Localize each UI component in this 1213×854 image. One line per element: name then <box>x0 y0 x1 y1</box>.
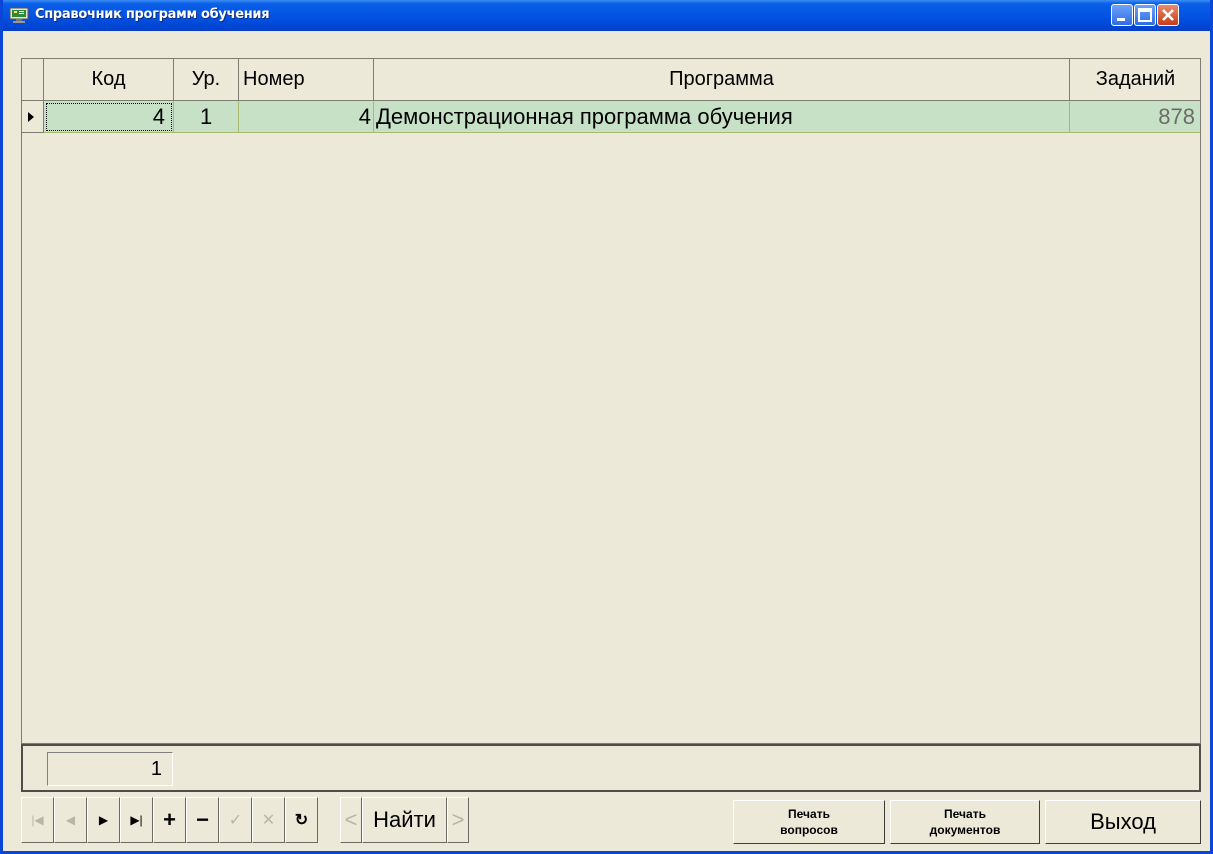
print-questions-line1: Печать <box>788 807 830 821</box>
window-title: Справочник программ обучения <box>35 7 270 22</box>
find-button[interactable]: Найти <box>362 797 447 843</box>
find-previous-button[interactable]: < <box>340 797 362 843</box>
column-header-level-label: Ур. <box>191 68 221 90</box>
post-record-button[interactable]: ✓ <box>219 797 252 843</box>
prior-record-button[interactable]: ◀ <box>54 797 87 843</box>
last-record-button[interactable]: ▶| <box>120 797 153 843</box>
column-header-nomer-label: Номер <box>243 68 305 90</box>
maximize-button[interactable] <box>1134 4 1156 26</box>
first-record-icon: |◀ <box>31 813 44 827</box>
cell-zadaniy-container[interactable]: 878 <box>1070 101 1200 133</box>
title-bar[interactable]: Справочник программ обучения <box>3 0 1210 31</box>
last-record-icon: ▶| <box>130 813 143 827</box>
column-header-programma[interactable]: Программа <box>374 59 1070 101</box>
print-documents-line1: Печать <box>944 807 986 821</box>
app-icon <box>9 7 29 23</box>
column-header-kod-label: Код <box>91 68 126 90</box>
status-bar: 1 <box>21 744 1201 792</box>
find-next-icon: > <box>451 807 465 832</box>
cell-kod: 4 <box>152 103 165 129</box>
delete-record-button[interactable]: − <box>186 797 219 843</box>
exit-button[interactable]: Выход <box>1045 800 1201 844</box>
find-previous-icon: < <box>344 807 358 832</box>
column-header-programma-label: Программа <box>669 68 774 90</box>
programs-grid[interactable]: Код Ур. Номер Программа Заданий 4 1 4 Де… <box>21 58 1201 744</box>
next-record-button[interactable]: ▶ <box>87 797 120 843</box>
column-header-zadaniy-label: Заданий <box>1095 68 1176 90</box>
minimize-icon <box>1117 18 1125 21</box>
find-next-button[interactable]: > <box>447 797 469 843</box>
maximize-icon <box>1138 8 1152 22</box>
cell-level-container[interactable]: 1 <box>174 101 239 133</box>
cell-programma: Демонстрационная программа обучения <box>376 103 793 129</box>
record-count: 1 <box>47 752 173 786</box>
print-questions-button[interactable]: Печать вопросов <box>733 800 885 844</box>
row-indicator[interactable] <box>22 101 44 133</box>
main-window: Справочник программ обучения Код Ур. Ном… <box>0 0 1213 854</box>
print-documents-button[interactable]: Печать документов <box>890 800 1040 844</box>
refresh-icon: ↻ <box>294 812 309 829</box>
cancel-edit-button[interactable]: ✕ <box>252 797 285 843</box>
cell-nomer-container[interactable]: 4 <box>239 101 374 133</box>
cell-nomer: 4 <box>358 103 371 129</box>
minimize-button[interactable] <box>1111 4 1133 26</box>
refresh-button[interactable]: ↻ <box>285 797 318 843</box>
exit-button-label: Выход <box>1090 809 1156 834</box>
column-header-level[interactable]: Ур. <box>174 59 239 101</box>
cell-zadaniy: 878 <box>1158 103 1195 129</box>
close-button[interactable] <box>1157 4 1179 26</box>
next-record-icon: ▶ <box>98 813 109 827</box>
record-count-value: 1 <box>150 757 162 780</box>
column-header-zadaniy[interactable]: Заданий <box>1070 59 1200 101</box>
column-header-kod[interactable]: Код <box>44 59 174 101</box>
cell-level: 1 <box>200 103 213 129</box>
first-record-button[interactable]: |◀ <box>21 797 54 843</box>
cancel-icon: ✕ <box>261 812 276 829</box>
plus-icon: + <box>163 807 176 832</box>
prior-record-icon: ◀ <box>65 813 76 827</box>
current-row-arrow-icon <box>28 111 34 122</box>
table-row[interactable]: 4 <box>44 101 174 133</box>
print-questions-line2: вопросов <box>780 823 838 837</box>
cell-programma-container[interactable]: Демонстрационная программа обучения <box>374 101 1070 133</box>
insert-record-button[interactable]: + <box>153 797 186 843</box>
column-header-nomer[interactable]: Номер <box>239 59 374 101</box>
print-documents-line2: документов <box>929 823 1001 837</box>
check-icon: ✓ <box>228 812 243 829</box>
indicator-header <box>22 59 44 101</box>
find-button-label: Найти <box>373 807 436 832</box>
minus-icon: − <box>196 807 209 832</box>
close-icon <box>1162 9 1174 21</box>
